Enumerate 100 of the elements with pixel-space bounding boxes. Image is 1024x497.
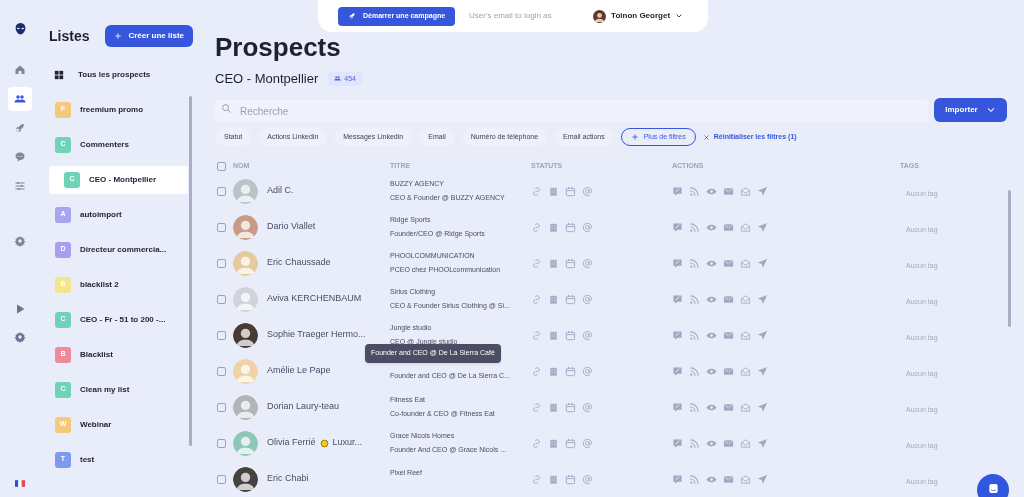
open-envelope-icon[interactable] [740, 437, 751, 449]
open-envelope-icon[interactable] [740, 221, 751, 233]
checkbox[interactable] [217, 402, 226, 412]
speech-bubble-icon[interactable] [672, 185, 683, 197]
at-sign-icon[interactable] [582, 221, 593, 233]
settings-icon[interactable] [14, 331, 26, 343]
speech-bubble-icon[interactable] [672, 437, 683, 449]
building-icon[interactable] [548, 365, 559, 377]
calendar-icon[interactable] [565, 185, 576, 197]
envelope-icon[interactable] [723, 329, 734, 341]
calendar-icon[interactable] [565, 293, 576, 305]
rail-tab[interactable] [8, 87, 32, 111]
at-sign-icon[interactable] [582, 293, 593, 305]
scrollbar-thumb[interactable] [1008, 190, 1011, 327]
speech-bubble-icon[interactable] [672, 473, 683, 485]
envelope-icon[interactable] [723, 365, 734, 377]
calendar-icon[interactable] [565, 437, 576, 449]
create-list-button[interactable]: Créer une liste [105, 25, 193, 47]
chat-launcher-button[interactable] [977, 474, 1009, 497]
rss-icon[interactable] [689, 293, 700, 305]
speech-bubble-icon[interactable] [672, 221, 683, 233]
rss-icon[interactable] [689, 257, 700, 269]
prospect-name[interactable]: Olivia Ferrié [267, 436, 316, 450]
alien-logo-icon[interactable] [13, 22, 27, 36]
building-icon[interactable] [548, 221, 559, 233]
list-item[interactable]: Tous les prospects [54, 65, 200, 85]
prospect-name[interactable]: Sophie Traeger Hermo... [267, 328, 366, 342]
rss-icon[interactable] [689, 473, 700, 485]
checkbox[interactable] [217, 222, 226, 232]
link-icon[interactable] [531, 329, 542, 341]
link-icon[interactable] [531, 365, 542, 377]
login-email-field[interactable]: User's email to login as [469, 10, 580, 22]
envelope-icon[interactable] [723, 437, 734, 449]
rss-icon[interactable] [689, 437, 700, 449]
at-sign-icon[interactable] [582, 473, 593, 485]
scrollbar-thumb[interactable] [189, 96, 192, 446]
prospect-name[interactable]: Dorian Laury-teau [267, 400, 340, 414]
rss-icon[interactable] [689, 329, 700, 341]
send-icon[interactable] [757, 473, 768, 485]
link-icon[interactable] [531, 293, 542, 305]
link-icon[interactable] [531, 437, 542, 449]
rss-icon[interactable] [689, 221, 700, 233]
french-flag-icon[interactable] [15, 480, 25, 487]
send-icon[interactable] [757, 437, 768, 449]
envelope-icon[interactable] [723, 257, 734, 269]
import-button[interactable]: Importer [934, 97, 1007, 122]
open-envelope-icon[interactable] [740, 257, 751, 269]
building-icon[interactable] [548, 473, 559, 485]
search-field[interactable]: Recherche [215, 100, 928, 122]
rss-icon[interactable] [689, 365, 700, 377]
send-icon[interactable] [757, 329, 768, 341]
at-sign-icon[interactable] [582, 401, 593, 413]
play-icon[interactable] [14, 303, 26, 315]
calendar-icon[interactable] [565, 257, 576, 269]
calendar-icon[interactable] [565, 473, 576, 485]
speech-bubble-icon[interactable] [672, 293, 683, 305]
envelope-icon[interactable] [723, 401, 734, 413]
checkbox[interactable] [217, 366, 226, 376]
envelope-icon[interactable] [723, 293, 734, 305]
open-envelope-icon[interactable] [740, 185, 751, 197]
link-icon[interactable] [531, 221, 542, 233]
link-icon[interactable] [531, 473, 542, 485]
open-envelope-icon[interactable] [740, 293, 751, 305]
prospect-name[interactable]: Dario Viallet [267, 220, 316, 234]
link-icon[interactable] [531, 401, 542, 413]
send-icon[interactable] [757, 257, 768, 269]
speech-bubble-icon[interactable] [672, 401, 683, 413]
calendar-icon[interactable] [565, 221, 576, 233]
envelope-icon[interactable] [723, 473, 734, 485]
rss-icon[interactable] [689, 185, 700, 197]
prospect-name[interactable]: Aviva KERCHENBAUM [267, 292, 362, 306]
open-envelope-icon[interactable] [740, 329, 751, 341]
prospect-name[interactable]: Eric Chabi [267, 472, 309, 486]
send-icon[interactable] [757, 365, 768, 377]
at-sign-icon[interactable] [582, 185, 593, 197]
checkbox[interactable] [217, 161, 226, 171]
calendar-icon[interactable] [565, 365, 576, 377]
checkbox[interactable] [217, 438, 226, 448]
calendar-icon[interactable] [565, 329, 576, 341]
building-icon[interactable] [548, 185, 559, 197]
speech-bubble-icon[interactable] [672, 257, 683, 269]
open-envelope-icon[interactable] [740, 365, 751, 377]
at-sign-icon[interactable] [582, 437, 593, 449]
open-envelope-icon[interactable] [740, 401, 751, 413]
send-icon[interactable] [757, 221, 768, 233]
speech-bubble-icon[interactable] [672, 329, 683, 341]
checkbox[interactable] [217, 258, 226, 268]
building-icon[interactable] [548, 257, 559, 269]
at-sign-icon[interactable] [582, 365, 593, 377]
envelope-icon[interactable] [723, 221, 734, 233]
link-icon[interactable] [531, 185, 542, 197]
rss-icon[interactable] [689, 401, 700, 413]
at-sign-icon[interactable] [582, 257, 593, 269]
envelope-icon[interactable] [723, 185, 734, 197]
checkbox[interactable] [217, 294, 226, 304]
checkbox[interactable] [217, 330, 226, 340]
checkbox[interactable] [217, 186, 226, 196]
send-icon[interactable] [757, 185, 768, 197]
building-icon[interactable] [548, 401, 559, 413]
prospect-name[interactable]: Amélie Le Pape [267, 364, 331, 378]
